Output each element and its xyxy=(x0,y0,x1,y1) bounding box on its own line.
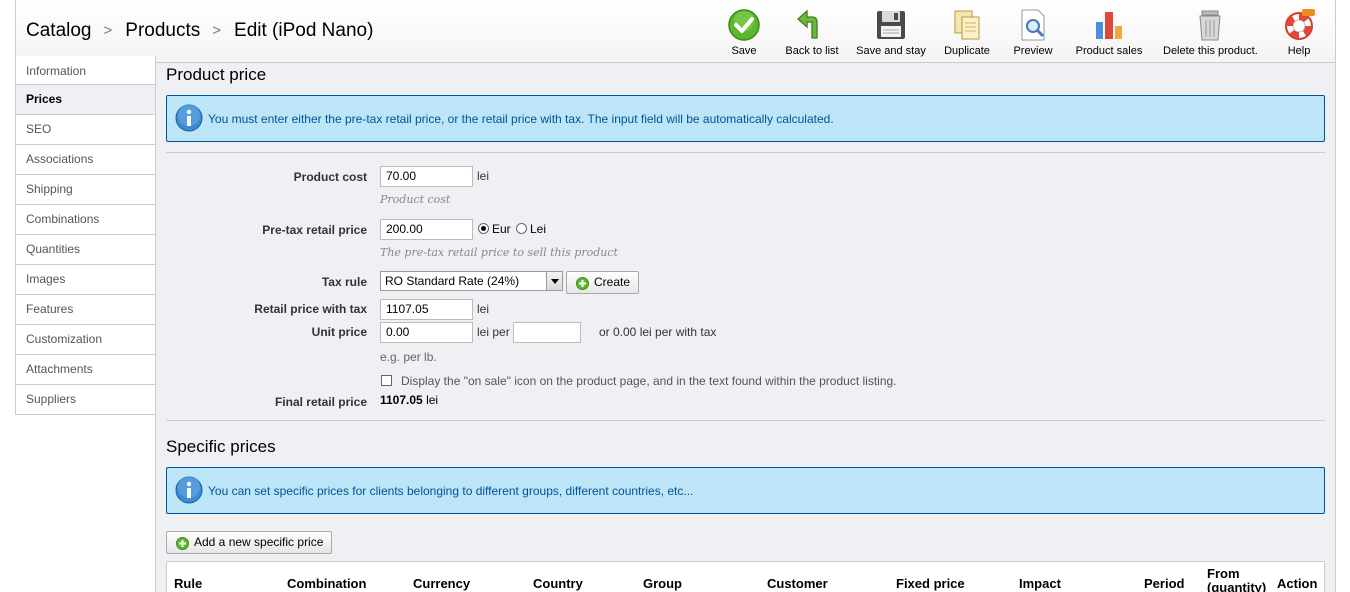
currency-eur-radio[interactable] xyxy=(478,223,489,234)
column-header-from-quantity: From (quantity) xyxy=(1207,566,1267,592)
sidebar-item-quantities[interactable]: Quantities xyxy=(15,235,156,265)
product-price-title: Product price xyxy=(166,65,267,84)
divider xyxy=(166,152,1325,153)
main-panel: Product price You must enter either the … xyxy=(155,63,1336,592)
column-header-group: Group xyxy=(643,576,682,591)
tax-rule-selected-value: RO Standard Rate (24%) xyxy=(385,274,520,288)
add-specific-price-button[interactable]: Add a new specific price xyxy=(166,531,333,554)
retail-with-tax-unit: lei xyxy=(477,302,490,316)
info-icon xyxy=(175,104,203,132)
sidebar-item-attachments[interactable]: Attachments xyxy=(15,355,156,385)
duplicate-pages-icon xyxy=(954,10,980,40)
currency-lei-label: Lei xyxy=(530,222,547,236)
pretax-price-input[interactable]: 200.00 xyxy=(380,219,473,240)
lifebuoy-icon xyxy=(1285,9,1315,40)
specific-prices-title: Specific prices xyxy=(166,437,276,456)
preview-magnifier-icon xyxy=(1021,9,1045,41)
save-check-icon xyxy=(728,9,760,41)
column-header-action: Action xyxy=(1277,576,1318,591)
final-price-value-group: 1107.05 lei xyxy=(380,393,438,407)
sidebar-item-seo[interactable]: SEO xyxy=(15,115,156,145)
add-specific-price-label: Add a new specific price xyxy=(194,535,324,549)
chevron-down-icon xyxy=(546,272,562,290)
preview-button[interactable]: Preview xyxy=(1012,8,1054,57)
page-header: Catalog > Products > Edit (iPod Nano) Save B… xyxy=(15,0,1336,63)
back-to-list-button[interactable]: Back to list xyxy=(784,8,840,57)
bar-chart-icon xyxy=(1096,12,1122,39)
floppy-disk-icon xyxy=(877,11,905,39)
delete-product-button[interactable]: Delete this product. xyxy=(1163,8,1258,57)
column-header-combination: Combination xyxy=(287,576,367,591)
save-and-stay-button[interactable]: Save and stay xyxy=(854,8,928,57)
column-header-country: Country xyxy=(533,576,583,591)
final-price-label: Final retail price xyxy=(274,395,367,409)
retail-with-tax-label: Retail price with tax xyxy=(254,302,367,316)
unit-price-per-input[interactable] xyxy=(513,322,581,343)
breadcrumb: Catalog > Products > Edit (iPod Nano) xyxy=(26,20,373,42)
unit-price-input[interactable]: 0.00 xyxy=(380,322,473,343)
divider xyxy=(166,420,1325,421)
product-cost-label: Product cost xyxy=(293,170,367,184)
pretax-price-label: Pre-tax retail price xyxy=(262,223,367,237)
sidebar-item-information[interactable]: Information xyxy=(15,56,156,85)
retail-with-tax-input[interactable]: 1107.05 xyxy=(380,299,473,320)
info-icon xyxy=(175,476,203,504)
product-cost-unit: lei xyxy=(477,169,490,183)
sidebar-item-shipping[interactable]: Shipping xyxy=(15,175,156,205)
breadcrumb-current: Edit (iPod Nano) xyxy=(234,20,374,41)
tax-rule-select[interactable]: RO Standard Rate (24%) xyxy=(380,271,563,291)
tax-rule-label: Tax rule xyxy=(321,275,367,289)
add-icon xyxy=(176,537,189,550)
sidebar-item-features[interactable]: Features xyxy=(15,295,156,325)
help-button[interactable]: Help xyxy=(1282,8,1316,57)
final-price-value: 1107.05 xyxy=(380,393,423,407)
specific-prices-table-header: Rule Combination Currency Country Group … xyxy=(166,561,1325,592)
unit-price-example: e.g. per lb. xyxy=(380,350,437,364)
column-header-currency: Currency xyxy=(413,576,471,591)
sidebar-item-associations[interactable]: Associations xyxy=(15,145,156,175)
create-tax-rule-label: Create xyxy=(594,275,631,289)
currency-eur-label: Eur xyxy=(492,222,511,236)
on-sale-checkbox[interactable] xyxy=(381,375,392,386)
pretax-price-hint: The pre-tax retail price to sell this pr… xyxy=(380,246,618,259)
sidebar-item-images[interactable]: Images xyxy=(15,265,156,295)
product-price-info-text: You must enter either the pre-tax retail… xyxy=(208,112,834,126)
unit-price-with-tax-text: or 0.00 lei per with tax xyxy=(599,325,717,339)
breadcrumb-catalog[interactable]: Catalog xyxy=(26,20,92,41)
breadcrumb-products[interactable]: Products xyxy=(125,20,200,41)
currency-lei-radio[interactable] xyxy=(516,223,527,234)
product-cost-input[interactable]: 70.00 xyxy=(380,166,473,187)
sidebar-item-prices[interactable]: Prices xyxy=(15,85,156,115)
product-sales-button[interactable]: Product sales xyxy=(1075,8,1143,57)
create-tax-rule-button[interactable]: Create xyxy=(566,271,640,294)
product-price-info-box: You must enter either the pre-tax retail… xyxy=(166,95,1325,142)
column-header-customer: Customer xyxy=(767,576,828,591)
specific-prices-info-box: You can set specific prices for clients … xyxy=(166,467,1325,514)
breadcrumb-separator: > xyxy=(103,22,113,39)
column-header-impact: Impact xyxy=(1019,576,1061,591)
column-header-fixed-price: Fixed price xyxy=(896,576,965,591)
specific-prices-info-text: You can set specific prices for clients … xyxy=(208,484,694,498)
trash-can-icon xyxy=(1199,10,1221,41)
duplicate-button[interactable]: Duplicate xyxy=(944,8,990,57)
breadcrumb-separator: > xyxy=(212,22,222,39)
back-arrow-icon xyxy=(797,9,818,39)
unit-price-label: Unit price xyxy=(311,325,367,339)
save-button[interactable]: Save xyxy=(726,8,762,57)
sidebar: Information Prices SEO Associations Ship… xyxy=(15,56,156,415)
sidebar-item-combinations[interactable]: Combinations xyxy=(15,205,156,235)
column-header-period: Period xyxy=(1144,576,1185,591)
column-header-rule: Rule xyxy=(174,576,203,591)
final-price-unit: lei xyxy=(426,393,439,407)
unit-price-per-label: lei per xyxy=(477,325,510,339)
product-cost-hint: Product cost xyxy=(380,193,451,206)
on-sale-label: Display the "on sale" icon on the produc… xyxy=(401,374,897,388)
sidebar-item-customization[interactable]: Customization xyxy=(15,325,156,355)
add-icon xyxy=(576,277,589,290)
sidebar-item-suppliers[interactable]: Suppliers xyxy=(15,385,156,415)
